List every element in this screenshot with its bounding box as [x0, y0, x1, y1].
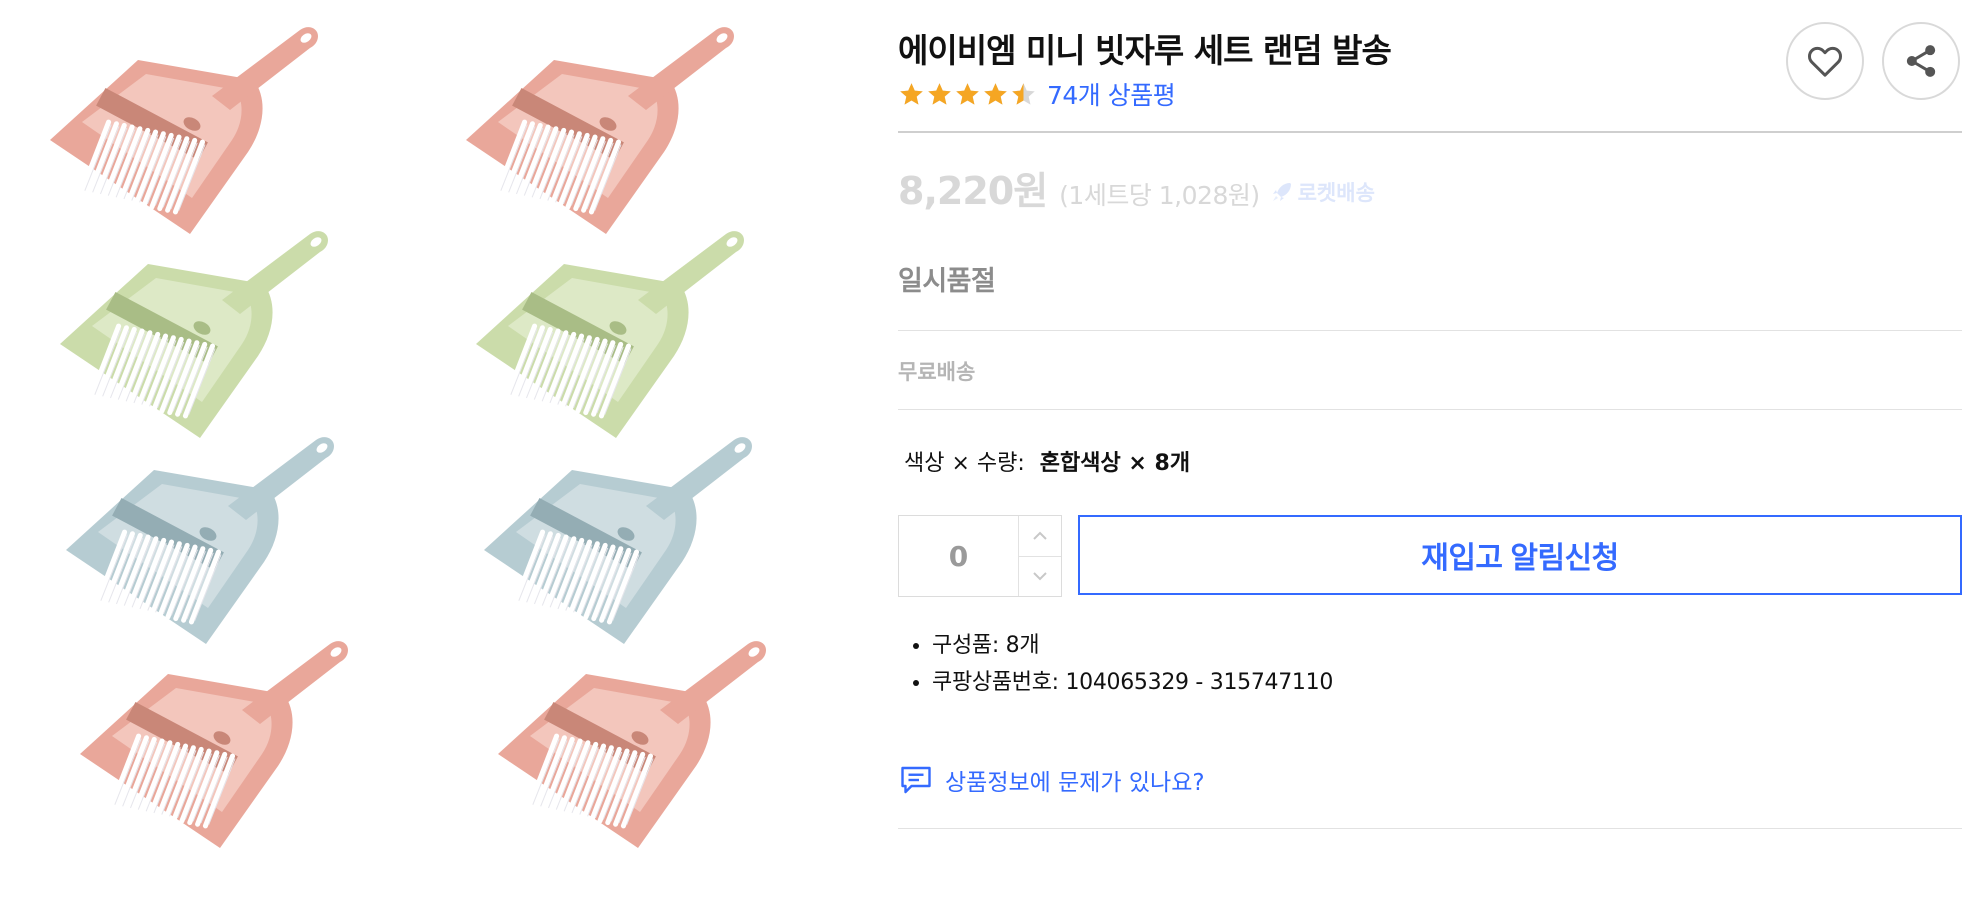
chat-icon	[901, 766, 931, 794]
title-divider	[898, 131, 1962, 133]
product-info-panel: 에이비엠 미니 빗자루 세트 랜덤 발송 74개 상품평 8,220원 (1세트…	[898, 0, 1962, 902]
shipping-info: 무료배송	[898, 360, 976, 384]
star-icon	[956, 82, 979, 105]
option-summary: 색상 × 수량: 혼합색상 × 8개	[904, 445, 1190, 477]
stock-status: 일시품절	[898, 266, 996, 297]
quantity-arrows	[1018, 516, 1061, 596]
star-icon	[984, 82, 1007, 105]
unit-price: (1세트당 1,028원)	[1059, 181, 1260, 210]
bottom-divider	[898, 828, 1962, 829]
share-button[interactable]	[1882, 22, 1960, 100]
quantity-input[interactable]: 0	[899, 516, 1018, 596]
dustpan-brush-image	[468, 226, 768, 446]
star-icon	[1012, 82, 1035, 105]
price-row: 8,220원 (1세트당 1,028원) 로켓배송	[898, 160, 1375, 215]
product-details-list: 구성품: 8개 쿠팡상품번호: 104065329 - 315747110	[898, 627, 1333, 701]
dustpan-brush-image	[42, 22, 342, 242]
star-icon	[900, 82, 923, 105]
status-divider	[898, 330, 1962, 331]
rocket-delivery-badge: 로켓배송	[1270, 177, 1375, 207]
dustpan-brush-image	[476, 432, 776, 652]
rating-summary: 74개 상품평	[898, 76, 1176, 112]
chevron-down-icon	[1033, 572, 1047, 581]
option-label: 색상 × 수량:	[904, 451, 1025, 476]
dustpan-brush-image	[490, 636, 790, 856]
restock-alert-button[interactable]: 재입고 알림신청	[1078, 515, 1962, 595]
quantity-increase-button[interactable]	[1019, 516, 1061, 556]
product-title: 에이비엠 미니 빗자루 세트 랜덤 발송	[898, 31, 1392, 70]
quantity-stepper[interactable]: 0	[898, 515, 1062, 597]
dustpan-brush-image	[458, 22, 758, 242]
star-icon	[928, 82, 951, 105]
detail-product-number: 쿠팡상품번호: 104065329 - 315747110	[932, 664, 1333, 701]
detail-components: 구성품: 8개	[932, 627, 1333, 664]
product-image-gallery	[0, 0, 860, 902]
sale-price: 8,220원	[898, 169, 1048, 213]
option-value: 혼합색상 × 8개	[1039, 451, 1191, 476]
heart-icon	[1808, 46, 1842, 77]
shipping-divider	[898, 409, 1962, 410]
review-count-link[interactable]: 74개 상품평	[1047, 76, 1176, 112]
dustpan-brush-image	[52, 226, 352, 446]
favorite-button[interactable]	[1786, 22, 1864, 100]
rocket-icon	[1272, 183, 1291, 201]
share-icon	[1906, 45, 1936, 77]
report-problem-link[interactable]: 상품정보에 문제가 있나요?	[898, 762, 1205, 798]
star-rating	[898, 81, 1037, 108]
report-problem-label: 상품정보에 문제가 있나요?	[945, 770, 1205, 796]
dustpan-brush-image	[72, 636, 372, 856]
rocket-delivery-label: 로켓배송	[1297, 181, 1375, 205]
quantity-decrease-button[interactable]	[1019, 555, 1061, 597]
chevron-up-icon	[1033, 531, 1047, 540]
dustpan-brush-image	[58, 432, 358, 652]
